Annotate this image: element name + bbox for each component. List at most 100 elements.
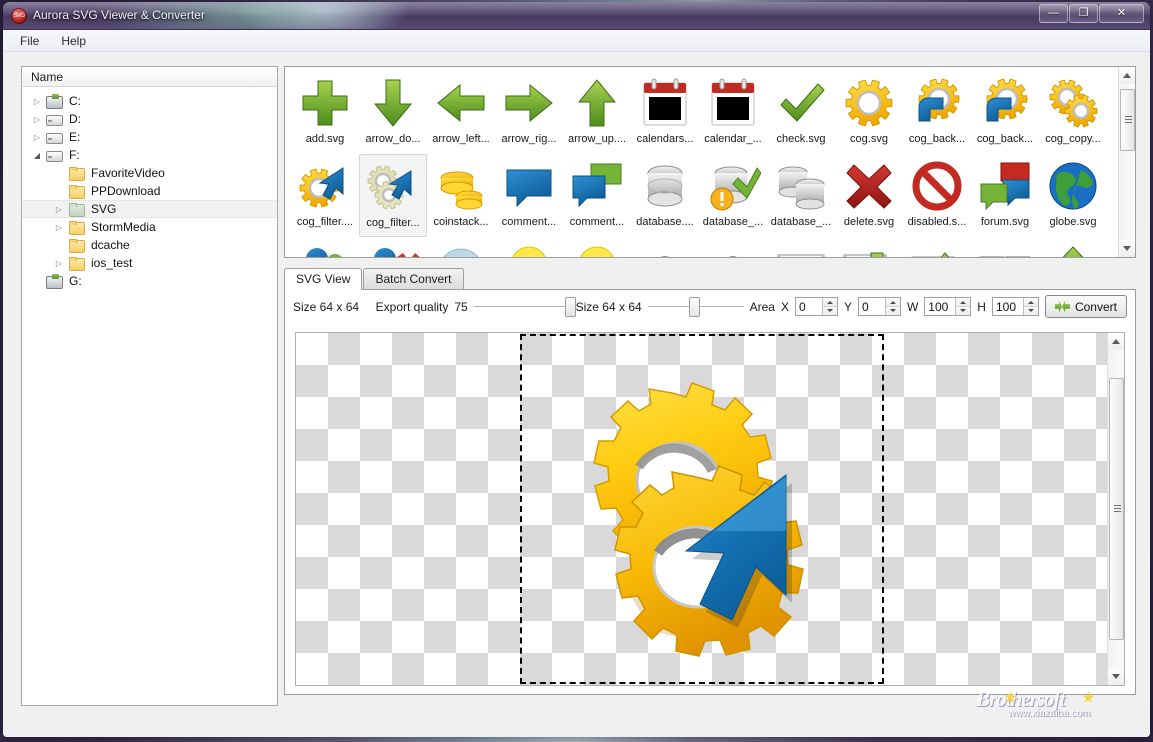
tab-svg-view[interactable]: SVG View	[284, 268, 363, 290]
tree-expander-icon[interactable]: ▷	[52, 223, 66, 232]
area-w-spin-buttons[interactable]	[955, 298, 971, 315]
area-x-down-icon[interactable]	[822, 307, 837, 315]
gallery-item[interactable]: database_...	[699, 154, 767, 237]
convert-button[interactable]: Convert	[1044, 295, 1127, 318]
gallery-item[interactable]: arrow_up....	[563, 71, 631, 154]
gallery-item[interactable]	[631, 237, 699, 257]
size-slider-knob[interactable]	[688, 296, 700, 317]
gallery-item[interactable]: cog_back...	[903, 71, 971, 154]
area-w-input[interactable]	[925, 298, 956, 315]
area-w-down-icon[interactable]	[956, 307, 971, 315]
title-bar: SVG Aurora SVG Viewer & Converter — ❐ ✕	[3, 2, 1150, 30]
area-y-stepper[interactable]	[857, 297, 901, 316]
folder-tree[interactable]: ▷ C: ▷ D: ▷ E: ◢ F: FavoriteVideo PPDownload ▷ SVG ▷…	[22, 87, 277, 290]
gallery-scroll-up-icon[interactable]	[1119, 67, 1135, 84]
tree-expander-icon[interactable]: ▷	[52, 205, 66, 214]
gallery-item[interactable]: comment...	[495, 154, 563, 237]
gallery-item[interactable]: database_...	[767, 154, 835, 237]
area-w-up-icon[interactable]	[956, 298, 971, 307]
tree-item-e[interactable]: ▷ E:	[22, 128, 277, 146]
quality-slider-knob[interactable]	[564, 296, 576, 317]
tree-expander-icon[interactable]: ▷	[30, 133, 44, 142]
gallery-item[interactable]	[359, 237, 427, 257]
gallery-item[interactable]	[699, 237, 767, 257]
area-x-input[interactable]	[795, 298, 822, 315]
gallery-item[interactable]: arrow_left...	[427, 71, 495, 154]
gallery-item[interactable]: delete.svg	[835, 154, 903, 237]
gallery-item[interactable]: disabled.s...	[903, 154, 971, 237]
gallery-item[interactable]: cog.svg	[835, 71, 903, 154]
export-quality-slider[interactable]	[473, 296, 576, 317]
menu-item-file[interactable]: File	[11, 32, 48, 50]
area-h-spin-buttons[interactable]	[1022, 298, 1038, 315]
area-x-spin-buttons[interactable]	[821, 298, 837, 315]
gallery-item[interactable]: calendar_...	[699, 71, 767, 154]
tree-expander-icon[interactable]: ▷	[30, 97, 44, 106]
close-button[interactable]: ✕	[1099, 4, 1144, 23]
gallery-scroll-thumb[interactable]	[1120, 89, 1135, 151]
gallery-item[interactable]	[1039, 237, 1107, 257]
gallery-item[interactable]	[495, 237, 563, 257]
tree-expander-icon[interactable]: ◢	[30, 151, 44, 160]
gallery-item[interactable]	[291, 237, 359, 257]
tree-item-d[interactable]: ▷ D:	[22, 110, 277, 128]
gallery-item[interactable]: cog_filter...	[359, 154, 427, 237]
tree-item-stormmedia[interactable]: ▷ StormMedia	[22, 218, 277, 236]
minimize-button[interactable]: —	[1039, 4, 1068, 23]
area-w-stepper[interactable]	[924, 297, 972, 316]
size-slider[interactable]	[647, 296, 744, 317]
gallery-item[interactable]: cog_back...	[971, 71, 1039, 154]
svg-file-gallery[interactable]: add.svg arrow_do... arrow_left... arrow_rig…	[284, 66, 1136, 258]
gallery-item[interactable]: globe.svg	[1039, 154, 1107, 237]
gallery-item[interactable]: cog_filter....	[291, 154, 359, 237]
tree-item-ppdownload[interactable]: PPDownload	[22, 182, 277, 200]
menu-item-help[interactable]: Help	[52, 32, 95, 50]
gallery-item[interactable]	[971, 237, 1039, 257]
tab-batch-convert[interactable]: Batch Convert	[363, 268, 464, 289]
tree-expander-icon[interactable]: ▷	[52, 259, 66, 268]
gallery-item[interactable]	[767, 237, 835, 257]
area-h-stepper[interactable]	[991, 297, 1039, 316]
gallery-item-label: calendars...	[636, 133, 694, 145]
gallery-item[interactable]: check.svg	[767, 71, 835, 154]
tree-item-dcache[interactable]: dcache	[22, 236, 277, 254]
gallery-item[interactable]: coinstack...	[427, 154, 495, 237]
canvas-scroll-up-icon[interactable]	[1108, 333, 1124, 350]
gallery-item[interactable]: arrow_rig...	[495, 71, 563, 154]
tree-item-g[interactable]: G:	[22, 272, 277, 290]
area-x-stepper[interactable]	[794, 297, 838, 316]
area-y-input[interactable]	[858, 298, 885, 315]
gallery-item[interactable]	[903, 237, 971, 257]
gallery-item[interactable]: calendars...	[631, 71, 699, 154]
tree-item-svg[interactable]: ▷ SVG	[22, 200, 277, 218]
area-h-input[interactable]	[992, 298, 1023, 315]
area-y-spin-buttons[interactable]	[884, 298, 900, 315]
maximize-button[interactable]: ❐	[1069, 4, 1098, 23]
gallery-vertical-scrollbar[interactable]	[1118, 67, 1135, 257]
gallery-item[interactable]: database....	[631, 154, 699, 237]
gallery-item[interactable]: forum.svg	[971, 154, 1039, 237]
tree-item-iostest[interactable]: ▷ ios_test	[22, 254, 277, 272]
tree-item-c[interactable]: ▷ C:	[22, 92, 277, 110]
area-h-down-icon[interactable]	[1023, 307, 1038, 315]
canvas-scroll-down-icon[interactable]	[1108, 668, 1124, 685]
gallery-item[interactable]: add.svg	[291, 71, 359, 154]
gallery-item[interactable]: cog_copy...	[1039, 71, 1107, 154]
gallery-item[interactable]: arrow_do...	[359, 71, 427, 154]
gallery-scroll-down-icon[interactable]	[1119, 240, 1135, 257]
tree-item-f[interactable]: ◢ F:	[22, 146, 277, 164]
gallery-item[interactable]	[835, 237, 903, 257]
gallery-item[interactable]	[427, 237, 495, 257]
canvas-vertical-scrollbar[interactable]	[1107, 333, 1124, 685]
area-y-up-icon[interactable]	[885, 298, 900, 307]
mail-up	[911, 252, 955, 257]
canvas-scroll-thumb[interactable]	[1109, 378, 1124, 640]
svg-preview-canvas[interactable]	[295, 332, 1125, 686]
tree-expander-icon[interactable]: ▷	[30, 115, 44, 124]
area-y-down-icon[interactable]	[885, 307, 900, 315]
tree-item-favoritevideo[interactable]: FavoriteVideo	[22, 164, 277, 182]
area-x-up-icon[interactable]	[822, 298, 837, 307]
area-h-up-icon[interactable]	[1023, 298, 1038, 307]
gallery-item[interactable]: comment...	[563, 154, 631, 237]
gallery-item[interactable]	[563, 237, 631, 257]
